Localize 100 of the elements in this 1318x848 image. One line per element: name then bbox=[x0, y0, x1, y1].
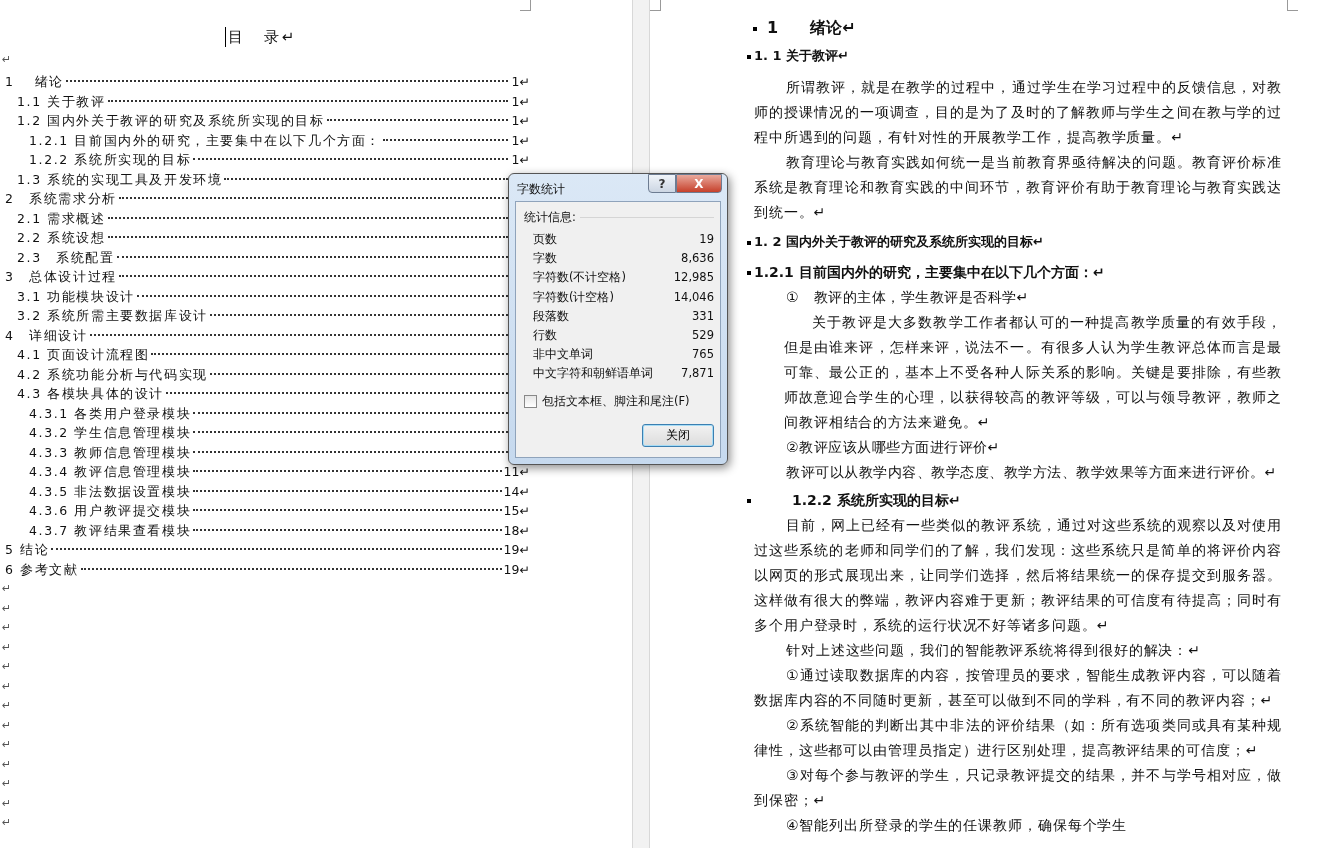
heading-mark bbox=[747, 55, 751, 59]
stat-label: 页数 bbox=[533, 231, 557, 248]
toc-entry[interactable]: 1.2 国内外关于教评的研究及系统所实现的目标 bbox=[17, 111, 325, 131]
toc-entry[interactable]: 4.3.7 教评结果查看模块 bbox=[29, 520, 192, 540]
toc-entry[interactable]: 1.2.2 系统所实现的目标 bbox=[29, 150, 192, 170]
paragraph-mark: ↵ bbox=[1, 795, 13, 812]
page-number: 19↵ bbox=[503, 560, 530, 579]
toc-entry[interactable]: 4 详细设计 bbox=[5, 325, 88, 345]
crop-mark bbox=[650, 0, 661, 11]
page-number: 1↵ bbox=[510, 131, 530, 150]
paragraph-mark: ↵ bbox=[1, 52, 13, 68]
page-number: 1↵ bbox=[510, 112, 530, 130]
paragraph: 目前，网上已经有一些类似的教评系统，通过对这些系统的观察以及对使用过这些系统的老师和同学们的了解，我们发现：这些系统只是简单的将评价内容以网页的形式展现出来，让同学们选择，然后将结果统一的保存提交到服务器。这样做有很大的弊端，教评内容难于更新；教评结果的可信度有待提高；同时有多个用户登录时，系统的运行状况不好等诸多问题。↵ bbox=[754, 516, 1282, 635]
section-heading: 1.2.2 系统所实现的目标↵ bbox=[792, 491, 961, 510]
toc-entry[interactable]: 1.1 关于教评 bbox=[17, 91, 106, 111]
help-button[interactable]: ? bbox=[648, 174, 676, 193]
stat-value: 7,871 bbox=[681, 365, 714, 383]
toc-entry[interactable]: 4.2 系统功能分析与代码实现 bbox=[17, 364, 208, 384]
toc-entry[interactable]: 4.3.5 非法数据设置模块 bbox=[29, 481, 192, 501]
page-number: 15↵ bbox=[503, 502, 530, 520]
paragraph-mark: ↵ bbox=[1, 717, 13, 734]
paragraph: ③对每个参与教评的学生，只记录教评提交的结果，并不与学号相对应，做到保密；↵ bbox=[754, 766, 1282, 810]
toc-entry[interactable]: 3.2 系统所需主要数据库设计 bbox=[17, 306, 208, 326]
paragraph: 关于教评是大多数教学工作者都认可的一种提高教学质量的有效手段，但是由谁来评，怎样来评，说法不一。有很多人认为学生教评总体而言是最可靠、最公正的，基本上不受各种人际关系的影响。关键是要排除，有些教师故意迎合学生的心理，以获得较高的教评等级，可以与领导教评，教师之间教评相结合的方法来避免。↵ bbox=[783, 313, 1282, 432]
group-label: 统计信息: bbox=[524, 210, 576, 225]
toc-entry[interactable]: 4.3.2 学生信息管理模块 bbox=[29, 423, 192, 443]
checkbox[interactable] bbox=[524, 394, 537, 408]
section-heading: 1. 2 国内外关于教评的研究及系统所实现的目标↵ bbox=[754, 233, 1044, 251]
toc-entry[interactable]: 4.3 各模块具体的设计 bbox=[17, 384, 165, 404]
page-number: 14↵ bbox=[503, 482, 530, 501]
heading-mark bbox=[747, 271, 751, 275]
stat-value: 14,046 bbox=[673, 288, 714, 306]
paragraph-mark: ↵ bbox=[1, 815, 13, 831]
text-cursor bbox=[224, 27, 226, 47]
toc-entry[interactable]: 2.3 系统配置 bbox=[17, 247, 115, 267]
toc-entry[interactable]: 5 结论 bbox=[5, 540, 50, 560]
stat-value: 8,636 bbox=[681, 250, 714, 268]
heading-mark bbox=[747, 499, 751, 503]
paragraph-mark: ↵ bbox=[1, 659, 13, 675]
toc-entry[interactable]: 4.1 页面设计流程图 bbox=[17, 345, 150, 365]
section-heading: 1 绪论↵ bbox=[767, 17, 856, 39]
dialog-title: 字数统计 bbox=[517, 181, 565, 198]
toc-entry[interactable]: 1.3 系统的实现工具及开发环境 bbox=[17, 169, 223, 189]
page-number: 11↵ bbox=[503, 463, 530, 481]
stat-label: 字符数(计空格) bbox=[533, 288, 614, 306]
page-number: 1↵ bbox=[510, 92, 530, 111]
paragraph-mark: ↵ bbox=[1, 581, 13, 597]
stat-label: 段落数 bbox=[533, 307, 569, 325]
stat-value: 765 bbox=[692, 346, 714, 364]
paragraph: ④智能列出所登录的学生的任课教师，确保每个学生 bbox=[785, 816, 1129, 835]
paragraph: ① 教评的主体，学生教评是否科学↵ bbox=[785, 288, 1030, 307]
paragraph: ②教评应该从哪些方面进行评价↵ bbox=[785, 438, 1001, 457]
toc-entry[interactable]: 4.3.4 教评信息管理模块 bbox=[29, 462, 192, 482]
section-heading: 1. 1 关于教评↵ bbox=[754, 47, 849, 65]
toc-entry[interactable]: 2.1 需求概述 bbox=[17, 208, 106, 228]
toc-entry[interactable]: 1 绪论 bbox=[5, 72, 64, 92]
stat-label: 中文字符和朝鲜语单词 bbox=[533, 365, 653, 383]
page-number: 1↵ bbox=[510, 151, 530, 169]
stat-value: 529 bbox=[692, 326, 714, 344]
toc-entry[interactable]: 3 总体设计过程 bbox=[5, 267, 117, 287]
stat-value: 331 bbox=[692, 307, 714, 325]
paragraph: 所谓教评，就是在教学的过程中，通过学生在学习过程中的反馈信息，对教师的授课情况的一项调查，目的是为了及时的了解教师与学生之间在教与学的过程中所遇到的问题，有针对性的开展教学工作，提高教学质量。↵ bbox=[754, 78, 1282, 147]
stat-value: 19 bbox=[699, 231, 714, 248]
paragraph-mark: ↵ bbox=[1, 620, 13, 636]
close-dialog-button[interactable]: 关闭 bbox=[642, 423, 714, 447]
paragraph-mark: ↵ bbox=[1, 737, 13, 753]
page-number: 19↵ bbox=[503, 541, 530, 559]
toc-entry[interactable]: 4.3.1 各类用户登录模块 bbox=[29, 403, 192, 423]
paragraph-mark: ↵ bbox=[1, 698, 13, 714]
toc-entry[interactable]: 4.3.3 教师信息管理模块 bbox=[29, 442, 192, 462]
toc-entry[interactable]: 1.2.1 目前国内外的研究，主要集中在以下几个方面： bbox=[29, 130, 381, 150]
checkbox-label[interactable]: 包括文本框、脚注和尾注(F) bbox=[542, 393, 690, 409]
paragraph-mark: ↵ bbox=[1, 639, 13, 656]
toc-entry[interactable]: 2 系统需求分析 bbox=[5, 189, 117, 209]
paragraph-mark: ↵ bbox=[1, 600, 13, 617]
stat-label: 非中文单词 bbox=[533, 346, 593, 364]
page-number: 18↵ bbox=[503, 521, 530, 540]
stat-label: 字数 bbox=[533, 250, 557, 268]
toc-entry[interactable]: 3.1 功能模块设计 bbox=[17, 286, 135, 306]
paragraph-mark: ↵ bbox=[1, 678, 13, 695]
paragraph-mark: ↵ bbox=[1, 756, 13, 773]
stat-label: 行数 bbox=[533, 326, 557, 344]
paragraph: ①通过读取数据库的内容，按管理员的要求，智能生成教评内容，可以随着数据库内容的不同随时更新，甚至可以做到不同的学科，有不同的教评内容；↵ bbox=[754, 666, 1282, 710]
paragraph: 针对上述这些问题，我们的智能教评系统将得到很好的解决：↵ bbox=[785, 641, 1202, 660]
section-heading: 1.2.1 目前国内外的研究，主要集中在以下几个方面：↵ bbox=[754, 263, 1105, 282]
paragraph-mark: ↵ bbox=[1, 776, 13, 792]
toc-entry[interactable]: 4.3.6 用户教评提交模块 bbox=[29, 501, 192, 521]
heading-mark bbox=[753, 27, 757, 31]
toc-heading: 目 录↵ bbox=[227, 27, 298, 47]
stat-value: 12,985 bbox=[673, 269, 714, 287]
stat-label: 字符数(不计空格) bbox=[533, 269, 626, 287]
toc-entry[interactable]: 6 参考文献 bbox=[5, 559, 79, 579]
toc-entry[interactable]: 2.2 系统设想 bbox=[17, 228, 106, 248]
page-number: 1↵ bbox=[510, 73, 530, 91]
crop-mark bbox=[1287, 0, 1298, 11]
paragraph: 教评可以从教学内容、教学态度、教学方法、教学效果等方面来进行评价。↵ bbox=[785, 463, 1278, 482]
paragraph: ②系统智能的判断出其中非法的评价结果（如：所有选项类同或具有某种规律性，这些都可以由管理员指定）进行区别处理，提高教评结果的可信度；↵ bbox=[754, 716, 1282, 760]
heading-mark bbox=[747, 241, 751, 245]
crop-mark bbox=[520, 0, 531, 11]
paragraph: 教育理论与教育实践如何统一是当前教育界亟待解决的问题。教育评价标准系统是教育理论和教育实践的中间环节，教育评价有助于教育理论与教育实践达到统一。↵ bbox=[754, 153, 1282, 222]
